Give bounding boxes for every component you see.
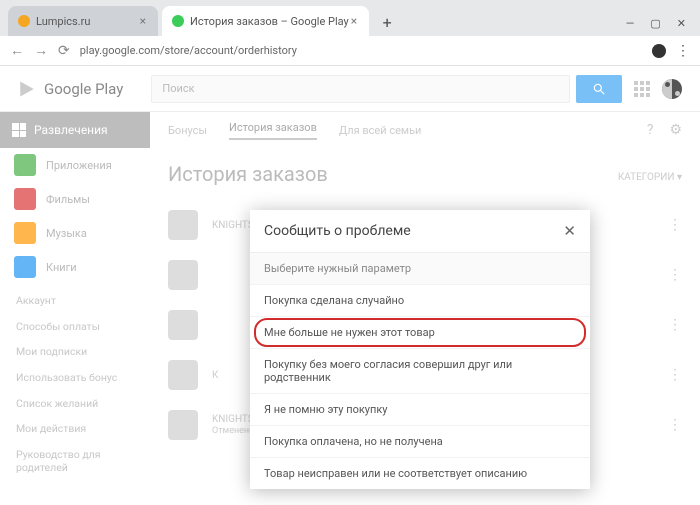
sidebar-subitem[interactable]: Мои подписки: [0, 339, 150, 365]
extension-icon[interactable]: [652, 44, 666, 58]
tab-bonuses[interactable]: Бонусы: [168, 124, 207, 137]
sidebar-label: Книги: [46, 261, 77, 274]
sidebar-label: Фильмы: [46, 193, 90, 206]
dialog-option[interactable]: Покупку без моего согласия совершил друг…: [250, 349, 590, 394]
row-menu-icon[interactable]: ⋮: [668, 367, 682, 383]
sidebar-item[interactable]: Приложения: [0, 148, 150, 182]
nav-forward-icon[interactable]: →: [34, 42, 48, 59]
tab-order-history[interactable]: История заказов: [229, 121, 317, 140]
help-icon[interactable]: ?: [647, 122, 654, 138]
browser-tab-strip: Lumpics.ru × История заказов – Google Pl…: [0, 0, 700, 36]
sidebar-item[interactable]: Книги: [0, 250, 150, 284]
window-maximize[interactable]: ▢: [650, 17, 660, 30]
sidebar-subitem[interactable]: Способы оплаты: [0, 314, 150, 340]
google-play-logo[interactable]: Google Play: [18, 80, 123, 98]
sidebar-subitem[interactable]: Использовать бонус: [0, 365, 150, 391]
yin-yang-icon[interactable]: [662, 79, 682, 99]
favicon: [18, 15, 30, 27]
row-menu-icon[interactable]: ⋮: [668, 317, 682, 333]
sidebar: Развлечения ПриложенияФильмыМузыкаКниги …: [0, 112, 150, 481]
nav-tabs: Бонусы История заказов Для всей семьи ? …: [168, 112, 682, 148]
dialog-option[interactable]: Мне больше не нужен этот товар: [250, 317, 590, 349]
grid-icon: [12, 123, 26, 137]
row-menu-icon[interactable]: ⋮: [668, 217, 682, 233]
category-icon: [14, 222, 36, 244]
sidebar-subitem[interactable]: Руководство для родителей: [0, 442, 150, 481]
report-problem-dialog: Сообщить о проблеме ✕ Выберите нужный па…: [250, 210, 590, 489]
app-thumbnail[interactable]: [168, 210, 198, 240]
tab-title: Lumpics.ru: [36, 15, 90, 28]
sidebar-label: Приложения: [46, 159, 112, 172]
tab-close-icon[interactable]: ×: [138, 14, 148, 28]
category-icon: [14, 154, 36, 176]
address-bar: ← → ⟳ play.google.com/store/account/orde…: [0, 36, 700, 66]
play-header: Google Play Поиск: [0, 66, 700, 112]
url-text[interactable]: play.google.com/store/account/orderhisto…: [80, 44, 642, 57]
window-close[interactable]: ✕: [677, 17, 686, 30]
nav-back-icon[interactable]: ←: [10, 42, 24, 59]
app-thumbnail[interactable]: [168, 360, 198, 390]
search-button[interactable]: [576, 75, 622, 103]
new-tab-button[interactable]: +: [375, 10, 399, 34]
sidebar-item[interactable]: Музыка: [0, 216, 150, 250]
dialog-option[interactable]: Покупка оплачена, но не получена: [250, 426, 590, 458]
window-minimize[interactable]: —: [626, 17, 635, 30]
favicon: [172, 15, 184, 27]
sidebar-item[interactable]: Фильмы: [0, 182, 150, 216]
app-thumbnail[interactable]: [168, 260, 198, 290]
sidebar-subitem[interactable]: Мои действия: [0, 416, 150, 442]
row-menu-icon[interactable]: ⋮: [668, 267, 682, 283]
play-wordmark: Google Play: [44, 80, 123, 98]
dialog-option[interactable]: Покупка сделана случайно: [250, 285, 590, 317]
dialog-option[interactable]: Товар неисправен или не соответствует оп…: [250, 458, 590, 489]
sidebar-label: Музыка: [46, 227, 87, 240]
sidebar-subitem[interactable]: Аккаунт: [0, 288, 150, 314]
app-thumbnail[interactable]: [168, 310, 198, 340]
sidebar-subitem[interactable]: Список желаний: [0, 391, 150, 417]
tab-title: История заказов – Google Play: [190, 15, 349, 28]
search-input[interactable]: Поиск: [151, 75, 570, 103]
app-thumbnail[interactable]: [168, 410, 198, 440]
settings-icon[interactable]: ⚙: [669, 122, 682, 138]
dialog-title: Сообщить о проблеме: [264, 223, 411, 239]
categories-dropdown[interactable]: КАТЕГОРИИ ▾: [618, 172, 682, 183]
tab-family[interactable]: Для всей семьи: [339, 124, 422, 137]
category-icon: [14, 188, 36, 210]
browser-tab-0[interactable]: Lumpics.ru ×: [8, 6, 158, 36]
category-icon: [14, 256, 36, 278]
apps-grid-icon[interactable]: [634, 81, 650, 97]
dialog-prompt: Выберите нужный параметр: [250, 253, 590, 285]
sidebar-header[interactable]: Развлечения: [0, 112, 150, 148]
play-triangle-icon: [18, 80, 36, 98]
dialog-option[interactable]: Я не помню эту покупку: [250, 394, 590, 426]
dialog-close-icon[interactable]: ✕: [563, 222, 576, 240]
nav-reload-icon[interactable]: ⟳: [58, 43, 70, 59]
browser-menu-icon[interactable]: ⋮: [676, 43, 690, 59]
row-menu-icon[interactable]: ⋮: [668, 417, 682, 433]
browser-tab-1[interactable]: История заказов – Google Play ×: [162, 6, 369, 36]
page-title: История заказов: [168, 162, 682, 186]
tab-close-icon[interactable]: ×: [349, 14, 359, 28]
search-icon: [592, 82, 606, 96]
